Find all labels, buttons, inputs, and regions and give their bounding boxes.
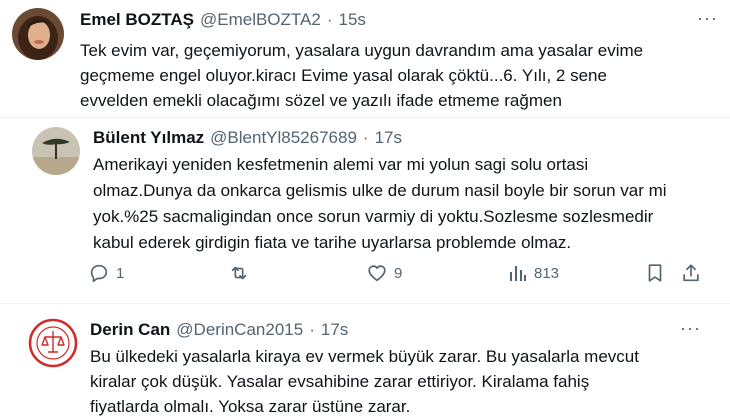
tweet-header: Derin Can @DerinCan2015 · 17s: [90, 320, 348, 340]
tweet-derin[interactable]: Derin Can @DerinCan2015 · 17s ··· Bu ülk…: [0, 0, 730, 420]
author-handle[interactable]: @DerinCan2015: [176, 320, 303, 340]
more-options-icon[interactable]: ···: [680, 318, 701, 339]
tweet-text: Bu ülkedeki yasalarla kiraya ev vermek b…: [90, 344, 639, 419]
avatar-derin-image: [28, 318, 78, 368]
timestamp[interactable]: 17s: [321, 320, 348, 340]
tweet-text-line: kiralar çok düşük. Yasalar evsahibine za…: [90, 372, 590, 391]
separator-dot: ·: [309, 320, 315, 339]
avatar-derin[interactable]: [28, 318, 78, 368]
tweet-text-line: fiyatlarda olmalı. Yoksa zarar üstüne za…: [90, 397, 411, 416]
tweet-text-line: Bu ülkedeki yasalarla kiraya ev vermek b…: [90, 347, 639, 366]
author-name[interactable]: Derin Can: [90, 320, 170, 340]
